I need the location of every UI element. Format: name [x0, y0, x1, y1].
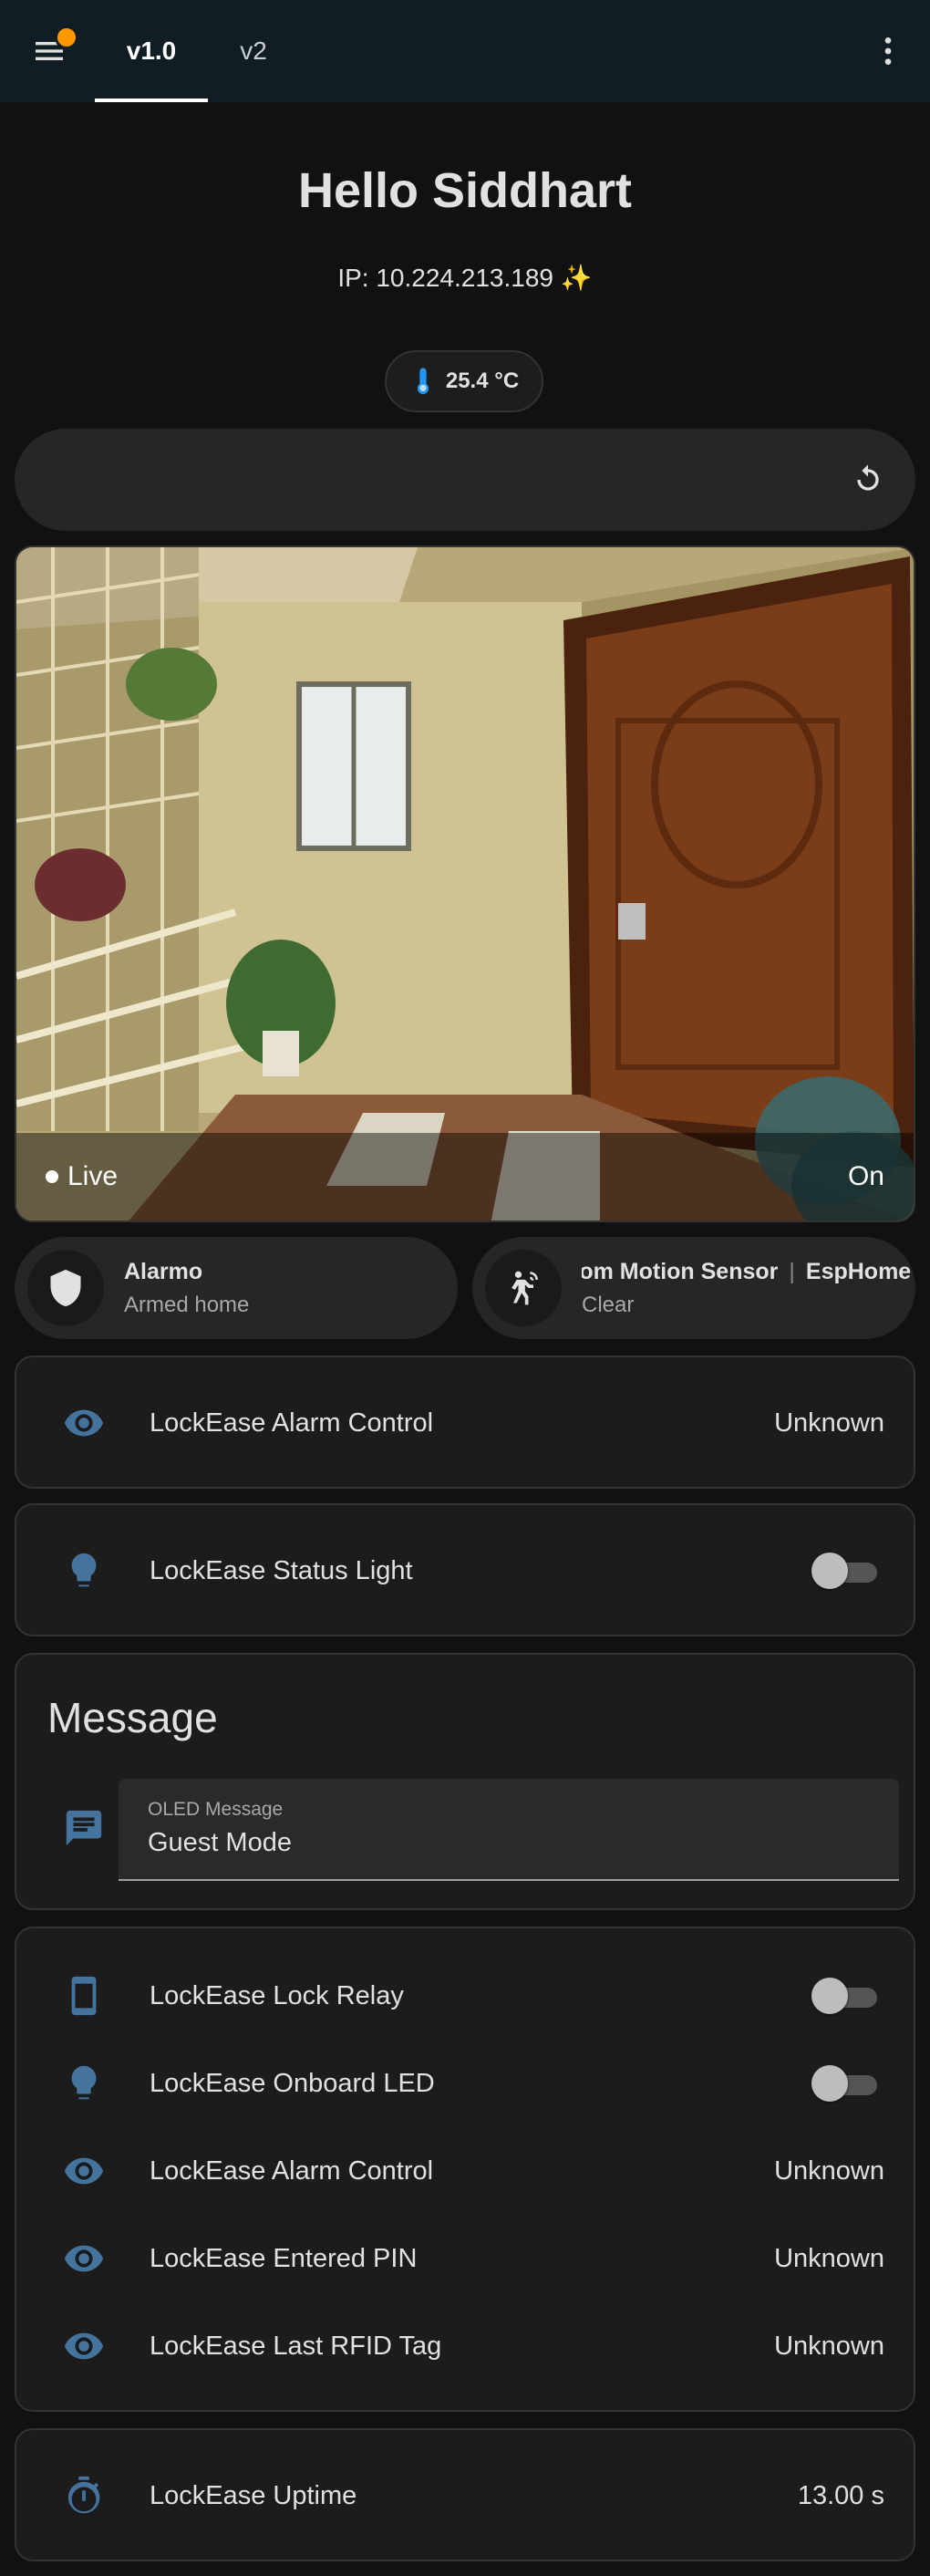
tab-v1-label: v1.0 — [126, 36, 177, 65]
badge-title-extra: EspHome — [805, 1258, 912, 1284]
live-label: Live — [67, 1161, 119, 1191]
eye-icon — [62, 1401, 106, 1445]
tab-v2-label: v2 — [240, 36, 267, 65]
refresh-icon[interactable] — [850, 462, 886, 498]
temperature-value: 25.4 °C — [445, 369, 520, 393]
oled-message-label: OLED Message — [148, 1799, 284, 1820]
camera-status-bar: Live On — [16, 1133, 914, 1220]
entities-card: LockEase Lock Relay LockEase Onboard LED… — [15, 1927, 915, 2412]
status-light-toggle[interactable] — [811, 1553, 877, 1589]
status-light-card: LockEase Status Light — [15, 1503, 915, 1636]
badge-subtitle: Armed home — [124, 1292, 250, 1317]
entity-value: 13.00 s — [797, 2480, 884, 2510]
tab-v1[interactable]: v1.0 — [95, 0, 208, 102]
notification-badge — [55, 26, 78, 49]
badge-title: Room Motion Sensor|EspHome — [582, 1259, 911, 1285]
message-card-title: Message — [47, 1694, 218, 1741]
entity-row-alarm-control-2[interactable]: LockEase Alarm Control Unknown — [16, 2127, 914, 2215]
uptime-card: LockEase Uptime 13.00 s — [15, 2428, 915, 2561]
entity-row-entered-pin[interactable]: LockEase Entered PIN Unknown — [16, 2215, 914, 2302]
entity-label: LockEase Alarm Control — [150, 2155, 434, 2186]
timer-icon — [62, 2474, 106, 2518]
thermometer-icon — [417, 368, 429, 394]
badge-title: Alarmo — [124, 1258, 203, 1284]
entity-label: LockEase Entered PIN — [150, 2243, 418, 2273]
entity-value: Unknown — [774, 2155, 884, 2186]
entity-row-uptime[interactable]: LockEase Uptime 13.00 s — [16, 2452, 914, 2540]
badge-motion-sensor[interactable]: Room Motion Sensor|EspHome Clear — [472, 1237, 915, 1339]
lightbulb-icon — [62, 1549, 106, 1593]
greeting-title: Hello Siddhart — [297, 163, 633, 218]
temperature-chip[interactable]: 25.4 °C — [385, 350, 543, 412]
eye-icon — [62, 2149, 106, 2193]
lightbulb-icon — [62, 2062, 106, 2105]
entity-row-lock-relay[interactable]: LockEase Lock Relay — [16, 1952, 914, 2040]
camera-feed[interactable]: Live On — [15, 545, 915, 1222]
tab-v2[interactable]: v2 — [208, 0, 299, 102]
entity-label: LockEase Lock Relay — [150, 1980, 404, 2010]
eye-icon — [62, 2324, 106, 2368]
lock-relay-toggle[interactable] — [811, 1978, 877, 2014]
dots-vertical-icon[interactable] — [870, 33, 906, 69]
badge-subtitle: Clear — [582, 1292, 635, 1317]
entity-value: Unknown — [774, 1407, 884, 1438]
toggle-knob — [811, 1978, 848, 2014]
toggle-knob — [811, 1553, 848, 1589]
motion-sensor-icon — [485, 1250, 562, 1326]
top-app-bar: v1.0 v2 — [0, 0, 930, 102]
entity-label: LockEase Alarm Control — [150, 1407, 434, 1438]
entity-label: LockEase Last RFID Tag — [150, 2331, 442, 2361]
live-dot-icon — [46, 1170, 58, 1183]
cellphone-icon — [62, 1974, 106, 2018]
entity-value: Unknown — [774, 2331, 884, 2361]
entity-label: LockEase Onboard LED — [150, 2068, 435, 2098]
onboard-led-toggle[interactable] — [811, 2065, 877, 2102]
entity-label: LockEase Uptime — [150, 2480, 357, 2510]
alarm-control-card: LockEase Alarm Control Unknown — [15, 1356, 915, 1489]
eye-icon — [62, 2237, 106, 2280]
camera-state: On — [847, 1161, 884, 1191]
entity-row-alarm-control[interactable]: LockEase Alarm Control Unknown — [16, 1379, 914, 1467]
oled-message-value: Guest Mode — [148, 1828, 292, 1857]
live-indicator: Live — [46, 1161, 118, 1192]
badge-alarmo[interactable]: Alarmo Armed home — [15, 1237, 458, 1339]
message-card: Message OLED Message Guest Mode — [15, 1653, 915, 1910]
message-text-icon — [62, 1806, 106, 1850]
quick-bar[interactable] — [15, 429, 915, 531]
entity-row-status-light[interactable]: LockEase Status Light — [16, 1527, 914, 1615]
entity-value: Unknown — [774, 2243, 884, 2273]
ip-address: IP: 10.224.213.189 ✨ — [337, 264, 593, 292]
toggle-knob — [811, 2065, 848, 2102]
oled-message-input[interactable]: OLED Message Guest Mode — [119, 1779, 899, 1881]
shield-icon — [27, 1250, 104, 1326]
entity-row-onboard-led[interactable]: LockEase Onboard LED — [16, 2040, 914, 2127]
entity-label: LockEase Status Light — [150, 1555, 413, 1585]
camera-image — [16, 547, 914, 1220]
entity-row-last-rfid-tag[interactable]: LockEase Last RFID Tag Unknown — [16, 2302, 914, 2390]
badge-title-main: Room Motion Sensor — [582, 1258, 779, 1284]
